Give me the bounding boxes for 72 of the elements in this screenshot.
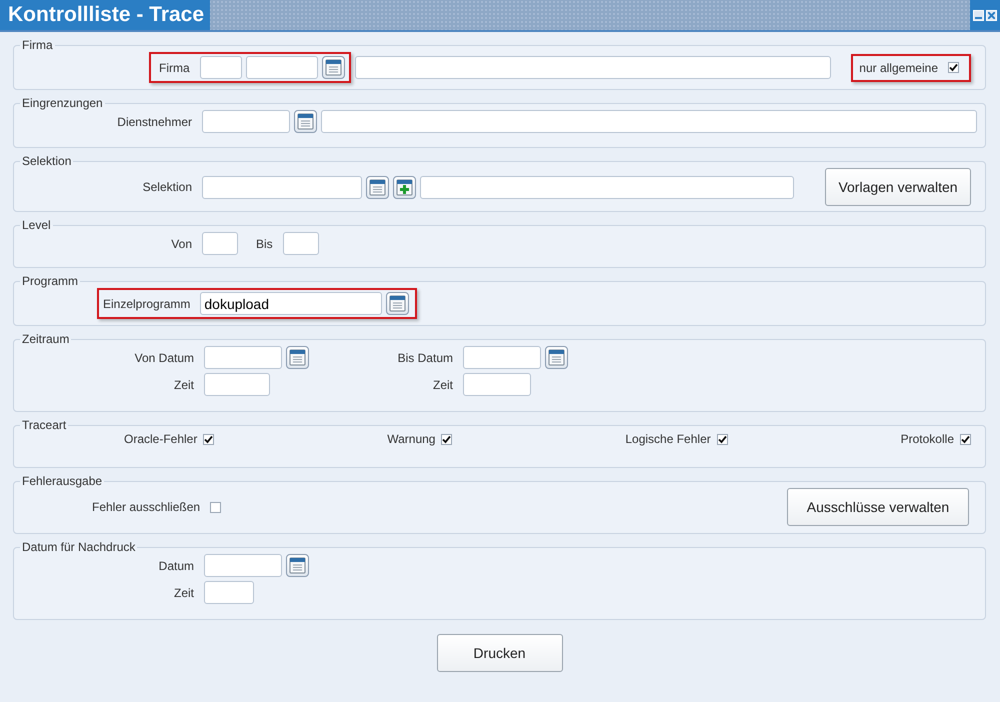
checkbox[interactable] [960, 434, 971, 444]
field-label: Dienstnehmer [116, 114, 192, 128]
input-field[interactable] [246, 56, 318, 79]
lookup-button[interactable] [294, 110, 317, 133]
close-button[interactable] [986, 10, 997, 20]
window-title: Kontrollliste - Trace [0, 0, 210, 30]
field-label: Fehler ausschließen [92, 500, 200, 514]
field-label: Bis Datum [396, 350, 453, 364]
manage-templates-button[interactable]: Vorlagen verwalten [825, 168, 971, 206]
input-field[interactable] [204, 346, 282, 369]
section-title: Fehlerausgabe [21, 474, 104, 488]
input-field[interactable] [282, 232, 319, 255]
input-field[interactable] [202, 110, 290, 133]
add-button[interactable] [393, 176, 416, 198]
minimize-button[interactable] [973, 10, 984, 20]
input-field[interactable] [202, 176, 362, 198]
field-label: Bis [256, 236, 273, 250]
checkbox[interactable] [210, 502, 222, 512]
notepad-icon [548, 349, 565, 366]
notepad-icon [297, 113, 314, 130]
section-title: Zeitraum [21, 332, 70, 346]
notepad-icon [324, 59, 342, 76]
field-label: Zeit [432, 378, 453, 392]
lookup-button[interactable] [366, 176, 389, 198]
lookup-button[interactable] [386, 292, 410, 315]
field-label: nur allgemeine [859, 60, 938, 74]
lookup-button[interactable] [545, 346, 568, 369]
notepad-icon [289, 557, 306, 574]
field-label: Firma [159, 60, 190, 74]
input-field[interactable] [204, 554, 282, 577]
input-field[interactable] [204, 581, 254, 604]
input-field[interactable] [463, 373, 531, 396]
field-label: Warnung [387, 432, 436, 446]
field-label: Logische Fehler [625, 432, 711, 446]
field-label: Von Datum [134, 350, 194, 364]
notepad-icon [289, 349, 306, 366]
plus-icon [396, 178, 413, 196]
input-field[interactable] [354, 56, 832, 79]
checkbox[interactable] [441, 434, 452, 444]
input-field[interactable] [204, 373, 270, 396]
input-field[interactable] [420, 176, 794, 198]
input-field[interactable]: dokupload [200, 292, 382, 315]
section-title: Datum für Nachdruck [21, 540, 136, 554]
notepad-icon [369, 178, 386, 196]
lookup-button[interactable] [286, 346, 309, 369]
field-label: Selektion [142, 180, 192, 194]
input-field[interactable] [202, 232, 238, 255]
print-button[interactable]: Drucken [436, 634, 562, 672]
lookup-button[interactable] [286, 554, 309, 577]
section-title: Selektion [21, 154, 72, 168]
input-field[interactable] [200, 56, 242, 79]
notepad-icon [389, 295, 406, 312]
section-title: Eingrenzungen [21, 96, 104, 110]
field-label: Von [170, 236, 192, 250]
section-title: Traceart [21, 418, 68, 432]
checkbox[interactable] [948, 62, 959, 73]
field-label: Protokolle [900, 432, 954, 446]
field-label: Zeit [172, 378, 194, 392]
field-label: Zeit [172, 586, 194, 600]
field-label: Oracle-Fehler [124, 432, 198, 446]
section-title: Level [21, 218, 52, 232]
checkbox[interactable] [716, 434, 728, 444]
field-label: Datum [158, 558, 194, 572]
lookup-button[interactable] [322, 56, 345, 79]
manage-exclusions-button[interactable]: Ausschlüsse verwalten [787, 488, 969, 526]
input-field[interactable] [321, 110, 977, 133]
input-field[interactable] [463, 346, 541, 369]
field-label: Einzelprogramm [103, 296, 190, 310]
section-title: Firma [21, 38, 54, 52]
checkbox[interactable] [203, 434, 214, 444]
close-icon [988, 12, 995, 18]
section-title: Programm [21, 274, 80, 288]
